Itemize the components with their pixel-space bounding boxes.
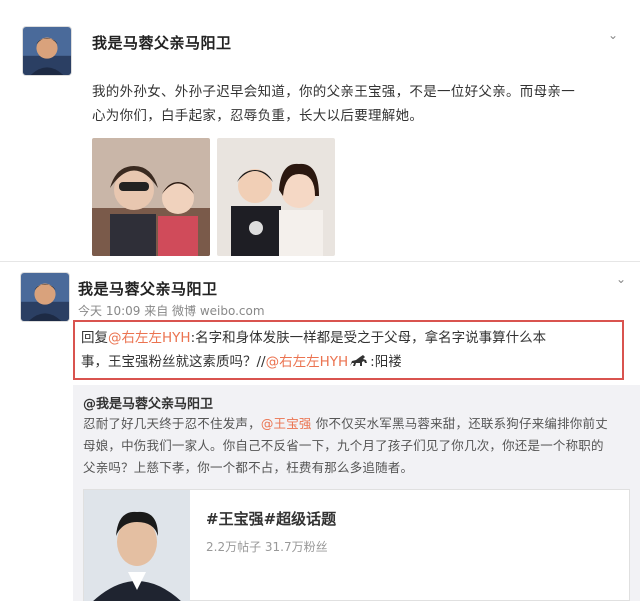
reply-line1-text: :名字和身体发肤一样都是受之于父母，拿名字说事算什么本 [190, 330, 547, 346]
mention-link[interactable]: @右左左HYH [108, 330, 191, 346]
repost-text: 忍耐了好几天终于忍不住发声，@王宝强 你不仅买水军黑马蓉来甜，还联系狗仔来编排你… [83, 413, 628, 479]
avatar-man-icon[interactable] [22, 26, 72, 76]
post-username[interactable]: 我是马蓉父亲马阳卫 [92, 32, 232, 53]
avatar-man-icon[interactable] [20, 272, 70, 322]
reply-line1: 回复@右左左HYH:名字和身体发肤一样都是受之于父母，拿名字说事算什么本 [81, 326, 616, 350]
repost-line1: 忍耐了好几天终于忍不住发声，@王宝强 你不仅买水军黑马蓉来甜，还联系狗仔来编排你… [83, 413, 628, 435]
reply-line2-text: 事，王宝强粉丝就这素质吗？// [81, 354, 266, 370]
topic-card[interactable]: #王宝强#超级话题 2.2万帖子 31.7万粉丝 [83, 489, 630, 601]
repost-card[interactable]: @我是马蓉父亲马阳卫 忍耐了好几天终于忍不住发声，@王宝强 你不仅买水军黑马蓉来… [73, 385, 640, 601]
topic-stats: 2.2万帖子 31.7万粉丝 [206, 540, 328, 554]
post-username[interactable]: 我是马蓉父亲马阳卫 [78, 278, 218, 299]
post-text-line1: 我的外孙女、外孙子迟早会知道，你的父亲王宝强，不是一位好父亲。而母亲一 [92, 84, 575, 100]
topic-title[interactable]: #王宝强#超级话题 [206, 508, 336, 529]
repost-line1-end: 你不仅买水军黑马蓉来甜，还联系狗仔来编排你前丈 [311, 416, 608, 431]
repost-line1-start: 忍耐了好几天终于忍不住发声， [83, 416, 261, 431]
repost-username[interactable]: @我是马蓉父亲马阳卫 [83, 393, 213, 412]
mention-link[interactable]: @右左左HYH [266, 354, 349, 370]
reply-line2: 事，王宝强粉丝就这素质吗？//@右左左HYH :阳褛 [81, 350, 616, 374]
repost-line2: 母娘，中伤我们一家人。你自己不反省一下，九个月了孩子们见了你几次，你还是一个称职… [83, 438, 604, 453]
horse-emoji-icon [350, 355, 368, 366]
weibo-post-1: 我是马蓉父亲马阳卫 ⌄ 我的外孙女、外孙子迟早会知道，你的父亲王宝强，不是一位好… [0, 0, 640, 262]
mother-son-photo[interactable] [217, 138, 335, 256]
chevron-down-icon[interactable]: ⌄ [608, 28, 618, 42]
chevron-down-icon[interactable]: ⌄ [616, 272, 626, 286]
repost-line3: 父亲吗？上慈下孝，你一个都不占，枉费有那么多追随者。 [83, 460, 414, 475]
man-portrait-photo [84, 490, 190, 601]
post-meta: 今天 10:09 来自 微博 weibo.com [78, 304, 265, 318]
reply-prefix: 回复 [81, 330, 108, 346]
post-text-line2: 心为你们，白手起家，忍辱负重，长大以后要理解她。 [92, 108, 424, 124]
mention-link[interactable]: @王宝强 [261, 416, 312, 431]
family-selfie-photo[interactable] [92, 138, 210, 256]
reply-line2-end: :阳褛 [370, 354, 402, 370]
reply-text-box: 回复@右左左HYH:名字和身体发肤一样都是受之于父母，拿名字说事算什么本 事，王… [73, 320, 624, 380]
